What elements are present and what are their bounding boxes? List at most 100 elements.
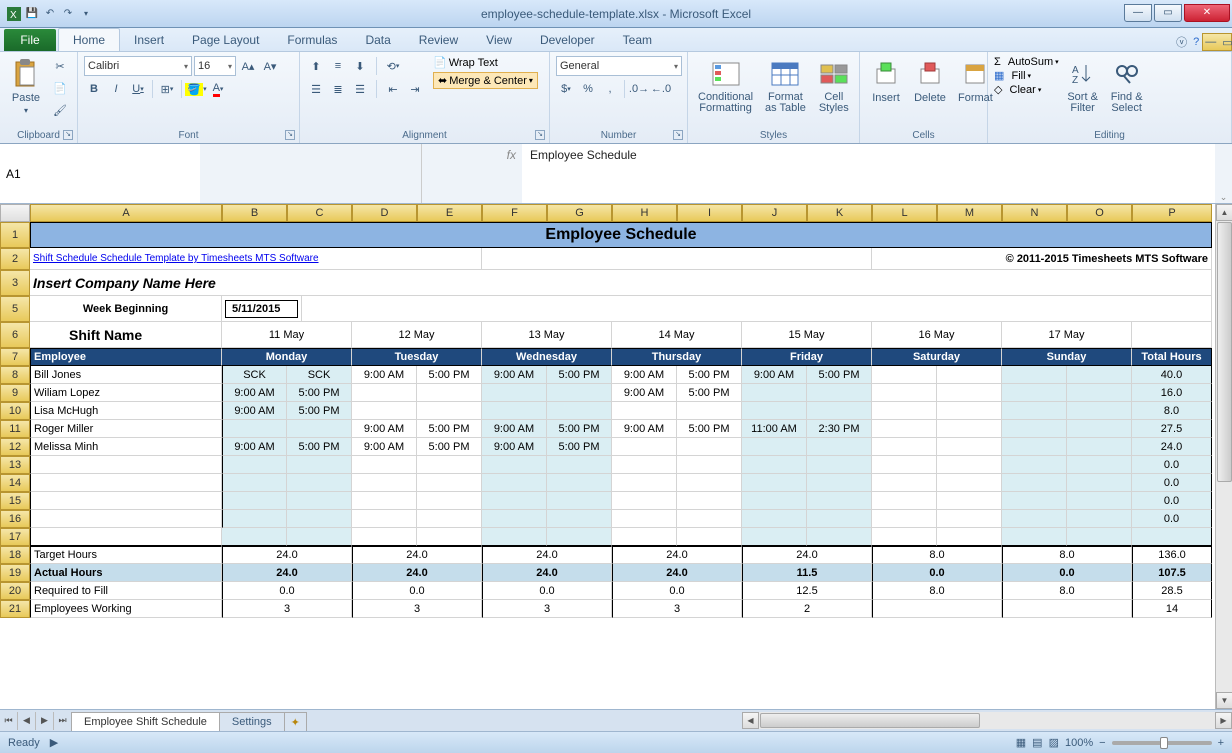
summary-value[interactable]: 3 xyxy=(222,600,352,618)
shift-cell[interactable] xyxy=(1067,438,1132,456)
shift-cell[interactable] xyxy=(547,402,612,420)
fill-button[interactable]: ▦ Fill▾ xyxy=(994,69,1059,82)
row-header[interactable]: 9 xyxy=(0,384,30,402)
tab-team[interactable]: Team xyxy=(609,29,666,51)
summary-value[interactable]: 0.0 xyxy=(482,582,612,600)
italic-button[interactable]: I xyxy=(106,79,126,99)
shift-cell[interactable]: 9:00 AM xyxy=(352,366,417,384)
shift-cell[interactable] xyxy=(677,438,742,456)
shift-cell[interactable] xyxy=(1067,474,1132,492)
minimize-button[interactable]: — xyxy=(1124,4,1152,22)
shift-cell[interactable]: 9:00 AM xyxy=(352,420,417,438)
shift-cell[interactable] xyxy=(937,456,1002,474)
shift-cell[interactable] xyxy=(287,510,352,528)
align-center-icon[interactable]: ≣ xyxy=(328,79,348,99)
day-header[interactable]: Monday xyxy=(222,348,352,366)
date-cell[interactable]: 11 May xyxy=(222,322,352,348)
summary-value[interactable]: 24.0 xyxy=(222,546,352,564)
shift-cell[interactable] xyxy=(547,474,612,492)
comma-icon[interactable]: , xyxy=(600,79,620,99)
row-header[interactable]: 19 xyxy=(0,564,30,582)
day-header[interactable]: Friday xyxy=(742,348,872,366)
autosum-button[interactable]: Σ AutoSum▾ xyxy=(994,56,1059,68)
qat-dropdown-icon[interactable]: ▾ xyxy=(78,6,94,22)
employee-header[interactable]: Employee xyxy=(30,348,222,366)
shift-cell[interactable] xyxy=(1067,456,1132,474)
shift-cell[interactable]: 5:00 PM xyxy=(677,366,742,384)
row-header[interactable]: 20 xyxy=(0,582,30,600)
scroll-down-icon[interactable]: ▼ xyxy=(1216,692,1232,709)
font-color-icon[interactable]: A▾ xyxy=(208,79,228,99)
shift-cell[interactable]: 11:00 AM xyxy=(742,420,807,438)
cell[interactable] xyxy=(287,528,352,546)
shift-cell[interactable] xyxy=(1067,510,1132,528)
shift-cell[interactable] xyxy=(1002,492,1067,510)
shift-cell[interactable]: 9:00 AM xyxy=(482,438,547,456)
row-header[interactable]: 8 xyxy=(0,366,30,384)
border-icon[interactable]: ⊞▾ xyxy=(157,79,177,99)
shift-cell[interactable]: 9:00 AM xyxy=(222,402,287,420)
shift-cell[interactable] xyxy=(482,492,547,510)
summary-value[interactable]: 0.0 xyxy=(222,582,352,600)
shift-cell[interactable]: 5:00 PM xyxy=(287,438,352,456)
copyright-cell[interactable]: © 2011-2015 Timesheets MTS Software xyxy=(872,248,1212,270)
employee-name[interactable] xyxy=(30,456,222,474)
shift-cell[interactable]: 9:00 AM xyxy=(742,366,807,384)
shift-cell[interactable] xyxy=(417,402,482,420)
shift-cell[interactable] xyxy=(937,366,1002,384)
window-restore-icon[interactable]: ▭ xyxy=(1222,36,1232,49)
fill-color-icon[interactable]: 🪣▾ xyxy=(186,79,206,99)
zoom-slider[interactable] xyxy=(1112,741,1212,745)
cell[interactable] xyxy=(1067,528,1132,546)
scroll-right-icon[interactable]: ▶ xyxy=(1215,712,1232,729)
shift-cell[interactable] xyxy=(1002,438,1067,456)
help-icon[interactable]: ? xyxy=(1193,36,1199,48)
orientation-icon[interactable]: ⟲▾ xyxy=(383,56,403,76)
shift-cell[interactable] xyxy=(937,402,1002,420)
shift-cell[interactable] xyxy=(872,402,937,420)
column-header[interactable]: C xyxy=(287,204,352,222)
redo-icon[interactable]: ↷ xyxy=(60,6,76,22)
column-header[interactable]: L xyxy=(872,204,937,222)
tab-insert[interactable]: Insert xyxy=(120,29,178,51)
shift-cell[interactable] xyxy=(482,402,547,420)
shift-cell[interactable] xyxy=(872,510,937,528)
row-header[interactable]: 11 xyxy=(0,420,30,438)
row-header[interactable]: 12 xyxy=(0,438,30,456)
shift-cell[interactable] xyxy=(1067,366,1132,384)
column-header[interactable]: I xyxy=(677,204,742,222)
summary-value[interactable] xyxy=(872,600,1002,618)
summary-value[interactable]: 24.0 xyxy=(352,564,482,582)
shift-cell[interactable]: 5:00 PM xyxy=(677,420,742,438)
close-button[interactable]: ✕ xyxy=(1184,4,1230,22)
shift-cell[interactable]: 5:00 PM xyxy=(287,384,352,402)
increase-indent-icon[interactable]: ⇥ xyxy=(405,79,425,99)
shift-cell[interactable] xyxy=(547,492,612,510)
summary-value[interactable]: 0.0 xyxy=(1002,564,1132,582)
shift-cell[interactable] xyxy=(612,402,677,420)
shift-cell[interactable] xyxy=(937,420,1002,438)
company-cell[interactable]: Insert Company Name Here xyxy=(30,270,1212,296)
window-min-icon[interactable]: — xyxy=(1205,36,1216,48)
shift-cell[interactable] xyxy=(872,456,937,474)
tab-data[interactable]: Data xyxy=(351,29,404,51)
shift-cell[interactable] xyxy=(807,402,872,420)
shift-cell[interactable] xyxy=(1002,402,1067,420)
shift-cell[interactable] xyxy=(677,474,742,492)
date-cell[interactable]: 15 May xyxy=(742,322,872,348)
row-header[interactable]: 2 xyxy=(0,248,30,270)
summary-value[interactable]: 8.0 xyxy=(872,582,1002,600)
shift-cell[interactable] xyxy=(482,510,547,528)
column-header[interactable]: M xyxy=(937,204,1002,222)
column-header[interactable]: A xyxy=(30,204,222,222)
summary-value[interactable]: 12.5 xyxy=(742,582,872,600)
row-header[interactable]: 6 xyxy=(0,322,30,348)
shift-cell[interactable] xyxy=(937,438,1002,456)
alignment-dialog-icon[interactable]: ↘ xyxy=(535,130,545,140)
row-header[interactable]: 15 xyxy=(0,492,30,510)
select-all-corner[interactable] xyxy=(0,204,30,222)
shift-cell[interactable] xyxy=(742,456,807,474)
scroll-thumb[interactable] xyxy=(1217,222,1232,482)
total-header[interactable]: Total Hours xyxy=(1132,348,1212,366)
shift-cell[interactable]: 5:00 PM xyxy=(417,438,482,456)
